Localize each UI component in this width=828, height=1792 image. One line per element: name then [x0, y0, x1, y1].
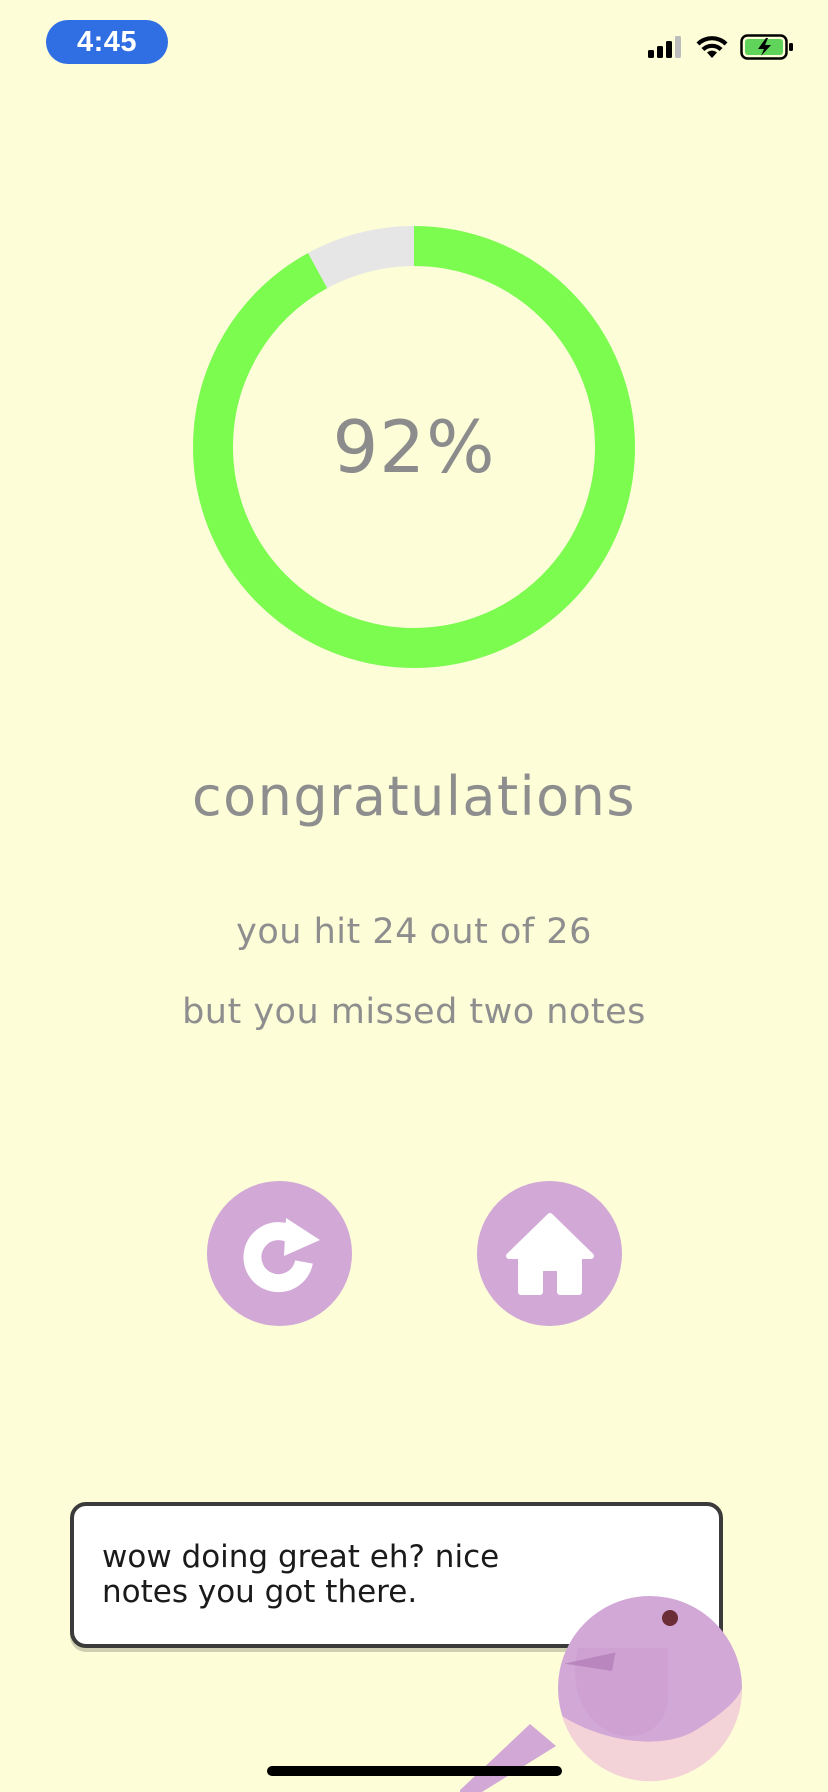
status-icons: [648, 34, 794, 60]
wifi-icon: [696, 36, 728, 58]
retry-icon: [242, 1217, 320, 1292]
home-indicator[interactable]: [267, 1766, 562, 1776]
battery-charging-icon: [740, 34, 793, 60]
retry-button[interactable]: [207, 1181, 352, 1326]
mascot-speech-text: wow doing great eh? nice notes you got t…: [102, 1539, 500, 1610]
score-percent: 92%: [332, 405, 496, 489]
missed-notes-text: but you missed two notes: [182, 992, 646, 1032]
home-button[interactable]: [477, 1181, 622, 1326]
cellular-signal-icon: [648, 36, 681, 58]
home-icon: [505, 1212, 594, 1295]
status-time: 4:45: [46, 20, 168, 64]
hit-count-text: you hit 24 out of 26: [236, 912, 592, 952]
bird-mascot: [460, 1596, 743, 1792]
result-headline: congratulations: [191, 765, 637, 828]
